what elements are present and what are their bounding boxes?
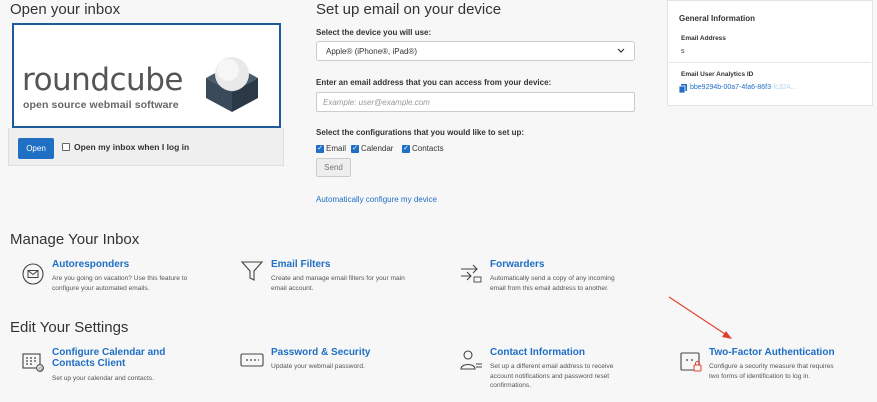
roundcube-logo-icon [206,57,258,112]
forwarders-desc: Automatically send a copy of any incomin… [490,275,615,292]
analytics-id-label: Email User Analytics ID [681,71,754,78]
send-button[interactable]: Send [316,158,351,177]
roundcube-logo-tagline: open source webmail software [23,99,179,111]
password-security-link[interactable]: Password & Security [271,347,370,358]
password-icon [240,348,264,372]
info-divider [669,62,871,63]
email-address-label: Enter an email address that you can acce… [316,78,552,87]
open-on-login-checkbox[interactable] [62,143,70,151]
contact-information-desc: Set up a different email address to rece… [490,363,614,390]
copy-icon[interactable] [679,84,687,93]
annotation-arrow [668,296,732,339]
calendar-checkbox[interactable]: ✓ [351,145,359,153]
forwarder-icon [459,262,483,286]
autoresponders-link[interactable]: Autoresponders [52,259,129,270]
device-select[interactable]: Apple® (iPhone®, iPad®) [316,41,635,61]
contacts-option-label[interactable]: Contacts [412,144,444,153]
chevron-down-icon [617,48,625,53]
configure-calendar-desc: Set up your calendar and contacts. [52,375,154,382]
contacts-checkbox[interactable]: ✓ [402,145,410,153]
open-on-login-label[interactable]: Open my inbox when I log in [74,142,189,152]
open-button[interactable]: Open [18,138,54,159]
calendar-icon: @ [21,350,45,374]
two-factor-link[interactable]: Two-Factor Authentication [709,347,835,358]
general-info-title: General Information [679,14,756,23]
email-checkbox[interactable]: ✓ [316,145,324,153]
roundcube-logo-tile[interactable]: roundcube open source webmail software [12,23,281,128]
analytics-id-faded: -fc324... [770,84,797,91]
email-filters-desc: Create and manage email filters for your… [271,275,405,292]
analytics-id-visible: bbe9294b-00a7-4fa6-86f3 [690,84,771,91]
device-label: Select the device you will use: [316,28,432,37]
setup-heading: Set up email on your device [316,1,502,18]
device-select-value: Apple® (iPhone®, iPad®) [326,46,418,56]
svg-text:@: @ [38,366,43,372]
contact-icon [459,348,483,372]
two-factor-desc: Configure a security measure that requir… [709,363,834,380]
email-filters-link[interactable]: Email Filters [271,259,330,270]
config-label: Select the configurations that you would… [316,128,525,137]
filter-icon [240,259,264,283]
contact-information-link[interactable]: Contact Information [490,347,585,358]
autoresponders-desc: Are you going on vacation? Use this feat… [52,275,188,292]
password-security-desc: Update your webmail password. [271,363,365,370]
settings-heading: Edit Your Settings [10,319,129,336]
email-address-info-value: s [681,48,685,55]
analytics-id-value[interactable]: bbe9294b-00a7-4fa6-86f3-fc324... [690,84,796,91]
email-option-label[interactable]: Email [326,144,346,153]
auto-configure-link[interactable]: Automatically configure my device [316,195,437,204]
forwarders-link[interactable]: Forwarders [490,259,544,270]
email-address-info-label: Email Address [681,35,726,42]
configure-calendar-link[interactable]: Configure Calendar and Contacts Client [52,347,165,369]
open-inbox-heading: Open your inbox [10,1,121,18]
autoresponder-icon [21,262,45,286]
two-factor-icon [679,350,703,374]
manage-heading: Manage Your Inbox [10,231,140,248]
roundcube-logo-word: roundcube [22,62,183,98]
email-address-input[interactable]: Example: user@example.com [316,92,635,112]
calendar-option-label[interactable]: Calendar [361,144,393,153]
